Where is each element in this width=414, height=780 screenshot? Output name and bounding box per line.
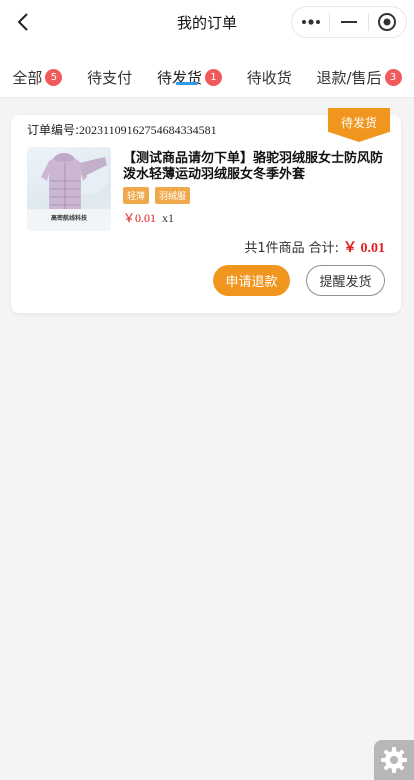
count-badge: 3 [384,68,402,86]
product-tag: 羽绒服 [155,187,191,204]
product-thumbnail[interactable]: 高密航线科技 [27,147,111,231]
quantity: x1 [162,211,175,225]
remind-shipment-button[interactable]: 提醒发货 [306,265,385,296]
tab-label: 待支付 [87,68,133,87]
tab-label: 待收货 [246,68,292,87]
page-title: 我的订单 [176,13,237,32]
product-tags: 轻薄 羽绒服 [123,187,191,204]
order-number: 订单编号:20231109162754684334581 [27,121,217,138]
product-title[interactable]: 【测试商品请勿下单】骆驼羽绒服女士防风防泼水轻薄运动羽绒服女冬季外套 [123,151,391,183]
thumbnail-caption: 高密航线科技 [50,215,87,222]
count-badge: 5 [45,68,63,86]
order-list-page: 我的订单 全部 5 待支付 待发货 1 待收货 退款/售后 3 订单编号:202… [0,0,414,780]
chevron-left-icon [17,13,28,31]
price-row: ￥0.01 x1 [123,209,174,226]
order-number-value: 20231109162754684334581 [79,123,217,137]
more-dots-icon [301,19,320,25]
minimize-button[interactable] [330,7,367,37]
product-tag: 轻薄 [123,187,150,204]
minimize-icon [340,21,357,23]
count-badge: 1 [204,68,222,86]
total-label: 合计: [308,241,339,256]
order-summary: 共1件商品 合计: ￥ 0.01 [244,237,385,257]
apply-refund-button[interactable]: 申请退款 [213,265,290,296]
nav-header: 我的订单 [0,0,414,44]
unit-price: ￥0.01 [123,211,157,225]
active-tab-indicator [176,82,199,85]
total-amount: ￥ 0.01 [343,241,385,256]
order-number-label: 订单编号: [27,123,80,137]
order-status-tabs: 全部 5 待支付 待发货 1 待收货 退款/售后 3 [0,44,414,98]
tab-pending-payment[interactable]: 待支付 [87,44,132,97]
tab-refund-aftersale[interactable]: 退款/售后 3 [317,44,402,97]
gear-icon [381,747,407,773]
tab-pending-shipment[interactable]: 待发货 1 [157,44,222,97]
mini-program-capsule [291,6,407,38]
status-badge: 待发货 [328,108,390,142]
more-button[interactable] [292,7,329,37]
tab-label: 全部 [12,68,43,87]
back-button[interactable] [12,10,34,34]
settings-button[interactable] [374,740,414,780]
close-button[interactable] [369,7,406,37]
order-card[interactable]: 订单编号:20231109162754684334581 待发货 高密航线科技 … [11,108,401,313]
tab-label: 退款/售后 [316,68,382,87]
close-target-icon [378,13,397,31]
tab-pending-receipt[interactable]: 待收货 [247,44,292,97]
item-count: 共1件商品 [244,241,305,256]
tab-all[interactable]: 全部 5 [12,44,63,97]
